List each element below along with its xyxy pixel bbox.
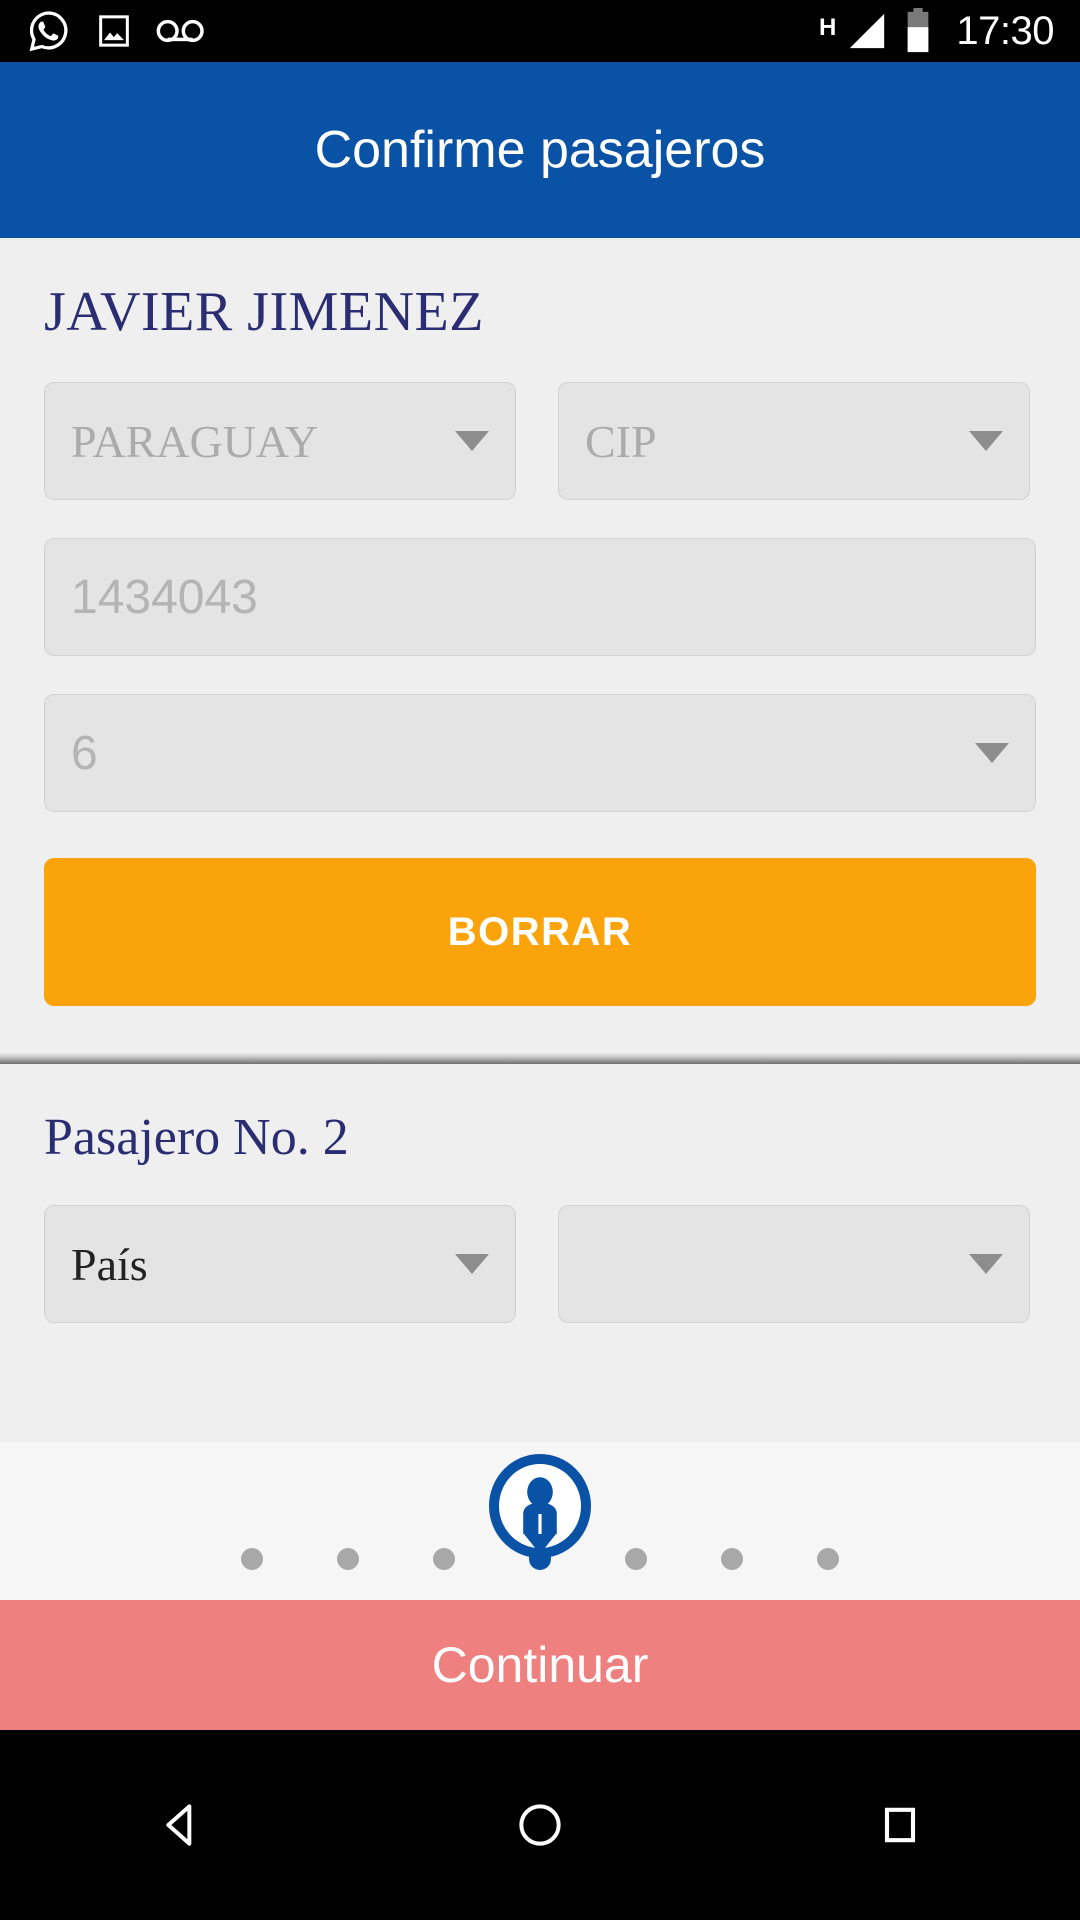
status-bar-clock: 17:30 — [956, 8, 1054, 53]
chevron-down-icon — [975, 743, 1009, 763]
passenger-2-country-value: País — [71, 1238, 148, 1290]
passenger-1-docnumber-value: 1434043 — [71, 570, 258, 624]
step-dot-1[interactable] — [241, 1548, 263, 1570]
step-dot-7[interactable] — [817, 1548, 839, 1570]
step-dot-2[interactable] — [337, 1548, 359, 1570]
status-bar-system-icons: H 17:30 — [819, 8, 1054, 54]
signal-triangle-icon — [850, 13, 885, 49]
passenger-form-scroll[interactable]: JAVIER JIMENEZ PARAGUAY CIP 1434043 6 BO… — [0, 238, 1080, 1442]
back-triangle-icon — [166, 1804, 192, 1846]
app-header: Confirme pasajeros — [0, 62, 1080, 238]
recents-square-icon — [884, 1807, 916, 1843]
passenger-1-row-1: PARAGUAY CIP — [0, 382, 1080, 500]
page-title: Confirme pasajeros — [314, 121, 766, 179]
step-dot-5[interactable] — [625, 1548, 647, 1570]
progress-stepper — [0, 1442, 1080, 1600]
step-dots — [0, 1548, 1080, 1570]
passenger-1-doctype-select[interactable]: CIP — [558, 382, 1030, 500]
passenger-1-row-3: 6 — [0, 694, 1080, 812]
status-bar-notification-icons — [26, 8, 206, 54]
passenger-1-doctype-value: CIP — [585, 415, 657, 467]
chevron-down-icon — [455, 431, 489, 451]
passenger-1-country-select[interactable]: PARAGUAY — [44, 382, 516, 500]
home-circle-icon — [519, 1804, 561, 1846]
passenger-2-country-select[interactable]: País — [44, 1205, 516, 1323]
battery-icon — [908, 8, 929, 53]
nav-home-button[interactable] — [465, 1750, 615, 1900]
nav-recents-button[interactable] — [825, 1750, 975, 1900]
status-bar: H 17:30 — [0, 0, 1080, 62]
passenger-2-row-1: País — [0, 1205, 1080, 1323]
delete-passenger-1-button[interactable]: BORRAR — [44, 858, 1036, 1006]
continue-button[interactable]: Continuar — [0, 1600, 1080, 1730]
passenger-1-docnumber-input[interactable]: 1434043 — [44, 538, 1036, 656]
passenger-1-country-value: PARAGUAY — [71, 415, 319, 467]
passenger-1-row-2: 1434043 — [0, 538, 1080, 656]
chevron-down-icon — [455, 1254, 489, 1274]
nav-back-button[interactable] — [105, 1750, 255, 1900]
chevron-down-icon — [969, 431, 1003, 451]
passenger-1-name: JAVIER JIMENEZ — [44, 281, 484, 343]
step-dot-3[interactable] — [433, 1548, 455, 1570]
network-type-label: H — [819, 14, 837, 41]
phone-screen: H 17:30 Confirme pasajeros JAVIER JIMENE… — [0, 0, 1080, 1920]
section-divider — [0, 1052, 1080, 1064]
android-nav-bar — [0, 1730, 1080, 1920]
step-dot-6[interactable] — [721, 1548, 743, 1570]
passenger-1-seat-value: 6 — [71, 726, 98, 780]
passenger-2-doctype-select[interactable] — [558, 1205, 1030, 1323]
passenger-2-heading: Pasajero No. 2 — [44, 1109, 349, 1166]
step-dot-4[interactable] — [529, 1548, 551, 1570]
whatsapp-icon — [29, 11, 68, 52]
voicemail-icon — [156, 19, 204, 43]
passenger-1-seat-select[interactable]: 6 — [44, 694, 1036, 812]
photo-icon — [99, 15, 129, 47]
chevron-down-icon — [969, 1254, 1003, 1274]
